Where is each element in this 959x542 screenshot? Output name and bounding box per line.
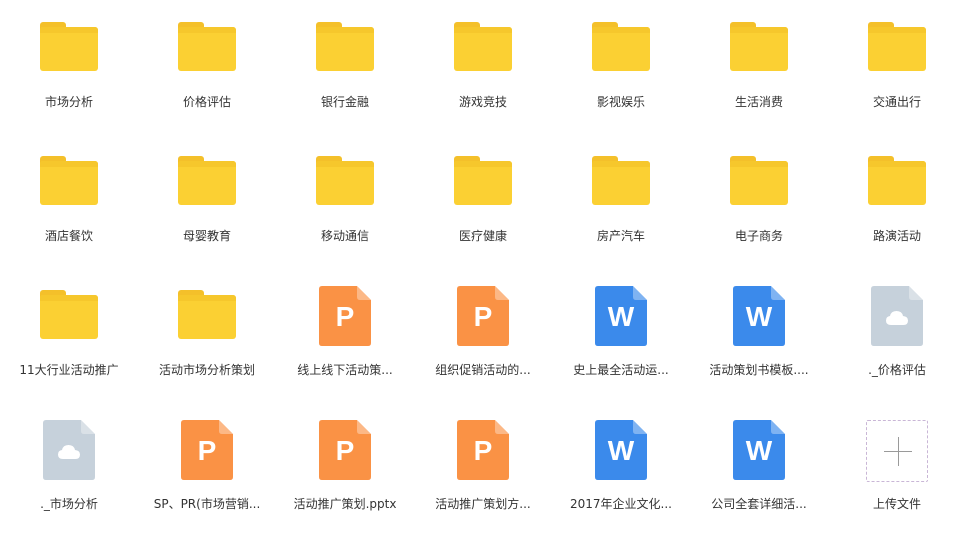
item-label: 11大行业活动推广 (19, 363, 119, 377)
item-label: ._价格评估 (868, 363, 926, 377)
folder-icon (38, 286, 100, 348)
ppt-letter: P (473, 435, 493, 466)
item-label: 组织促销活动的... (435, 363, 531, 377)
folder-icon (176, 18, 238, 80)
powerpoint-file-icon: P (314, 420, 376, 482)
file-item[interactable]: P SP、PR(市场营销... (138, 402, 276, 536)
ppt-letter: P (335, 435, 355, 466)
item-label: 母婴教育 (182, 229, 231, 243)
item-label: 移动通信 (320, 229, 369, 243)
powerpoint-file-icon: P (452, 286, 514, 348)
item-label: 游戏竞技 (458, 95, 507, 109)
file-item[interactable]: ._价格评估 (828, 268, 959, 402)
item-label: 史上最全活动运... (573, 363, 669, 377)
ppt-letter: P (335, 301, 355, 332)
folder-item[interactable]: 移动通信 (276, 134, 414, 268)
word-letter: W (745, 435, 773, 466)
item-label: 价格评估 (182, 95, 231, 109)
cloud-icon (57, 444, 81, 460)
folder-icon (590, 152, 652, 214)
folder-icon (38, 18, 100, 80)
folder-item[interactable]: 母婴教育 (138, 134, 276, 268)
folder-item[interactable]: 路演活动 (828, 134, 959, 268)
item-label: 公司全套详细活... (711, 497, 807, 511)
file-item[interactable]: P 线上线下活动策... (276, 268, 414, 402)
folder-icon (728, 152, 790, 214)
powerpoint-file-icon: P (452, 420, 514, 482)
word-letter: W (607, 435, 635, 466)
file-item[interactable]: W 公司全套详细活... (690, 402, 828, 536)
file-item[interactable]: ._市场分析 (0, 402, 138, 536)
folder-item[interactable]: 银行金融 (276, 0, 414, 134)
ppt-letter: P (197, 435, 217, 466)
item-label: 活动推广策划.pptx (293, 497, 397, 511)
item-label: 生活消费 (734, 95, 783, 109)
folder-item[interactable]: 价格评估 (138, 0, 276, 134)
folder-icon (314, 152, 376, 214)
folder-icon (728, 18, 790, 80)
folder-item[interactable]: 市场分析 (0, 0, 138, 134)
folder-icon (866, 18, 928, 80)
cloud-file-icon (38, 420, 100, 482)
item-label: 市场分析 (44, 95, 93, 109)
item-label: 活动市场分析策划 (158, 363, 255, 377)
file-item[interactable]: W 2017年企业文化... (552, 402, 690, 536)
word-file-icon: W (728, 286, 790, 348)
folder-item[interactable]: 生活消费 (690, 0, 828, 134)
item-label: SP、PR(市场营销... (153, 497, 261, 511)
ppt-letter: P (473, 301, 493, 332)
folder-icon (314, 18, 376, 80)
upload-file-tile[interactable]: 上传文件 (828, 402, 959, 536)
folder-icon (38, 152, 100, 214)
folder-item[interactable]: 游戏竞技 (414, 0, 552, 134)
item-label: 路演活动 (872, 229, 921, 243)
word-file-icon: W (728, 420, 790, 482)
item-label: 酒店餐饮 (44, 229, 93, 243)
cloud-file-icon (866, 286, 928, 348)
plus-icon[interactable] (866, 420, 928, 482)
item-label: 上传文件 (872, 497, 921, 511)
powerpoint-file-icon: P (314, 286, 376, 348)
folder-item[interactable]: 房产汽车 (552, 134, 690, 268)
folder-icon (866, 152, 928, 214)
powerpoint-file-icon: P (176, 420, 238, 482)
file-grid: 市场分析 价格评估 银行金融 游戏竞技 影视娱乐 生活消费 交通出行酒店餐饮 母婴教育 移动通信… (0, 0, 959, 542)
item-label: 医疗健康 (458, 229, 507, 243)
folder-item[interactable]: 电子商务 (690, 134, 828, 268)
item-label: 房产汽车 (596, 229, 645, 243)
upload-box (866, 420, 928, 482)
item-label: 银行金融 (320, 95, 369, 109)
file-item[interactable]: W 史上最全活动运... (552, 268, 690, 402)
folder-item[interactable]: 医疗健康 (414, 134, 552, 268)
folder-icon (590, 18, 652, 80)
folder-item[interactable]: 酒店餐饮 (0, 134, 138, 268)
item-label: 2017年企业文化... (570, 497, 672, 511)
file-item[interactable]: P 活动推广策划方... (414, 402, 552, 536)
file-item[interactable]: W 活动策划书模板.... (690, 268, 828, 402)
item-label: 线上线下活动策... (297, 363, 393, 377)
word-letter: W (745, 301, 773, 332)
word-letter: W (607, 301, 635, 332)
item-label: 活动策划书模板.... (709, 363, 809, 377)
item-label: 交通出行 (872, 95, 921, 109)
folder-icon (452, 152, 514, 214)
word-file-icon: W (590, 286, 652, 348)
file-item[interactable]: P 组织促销活动的... (414, 268, 552, 402)
item-label: 电子商务 (734, 229, 783, 243)
file-item[interactable]: P 活动推广策划.pptx (276, 402, 414, 536)
folder-item[interactable]: 活动市场分析策划 (138, 268, 276, 402)
folder-icon (452, 18, 514, 80)
folder-icon (176, 286, 238, 348)
folder-item[interactable]: 影视娱乐 (552, 0, 690, 134)
folder-item[interactable]: 交通出行 (828, 0, 959, 134)
folder-icon (176, 152, 238, 214)
word-file-icon: W (590, 420, 652, 482)
item-label: ._市场分析 (40, 497, 98, 511)
item-label: 影视娱乐 (596, 95, 645, 109)
folder-item[interactable]: 11大行业活动推广 (0, 268, 138, 402)
cloud-icon (885, 310, 909, 326)
item-label: 活动推广策划方... (435, 497, 531, 511)
